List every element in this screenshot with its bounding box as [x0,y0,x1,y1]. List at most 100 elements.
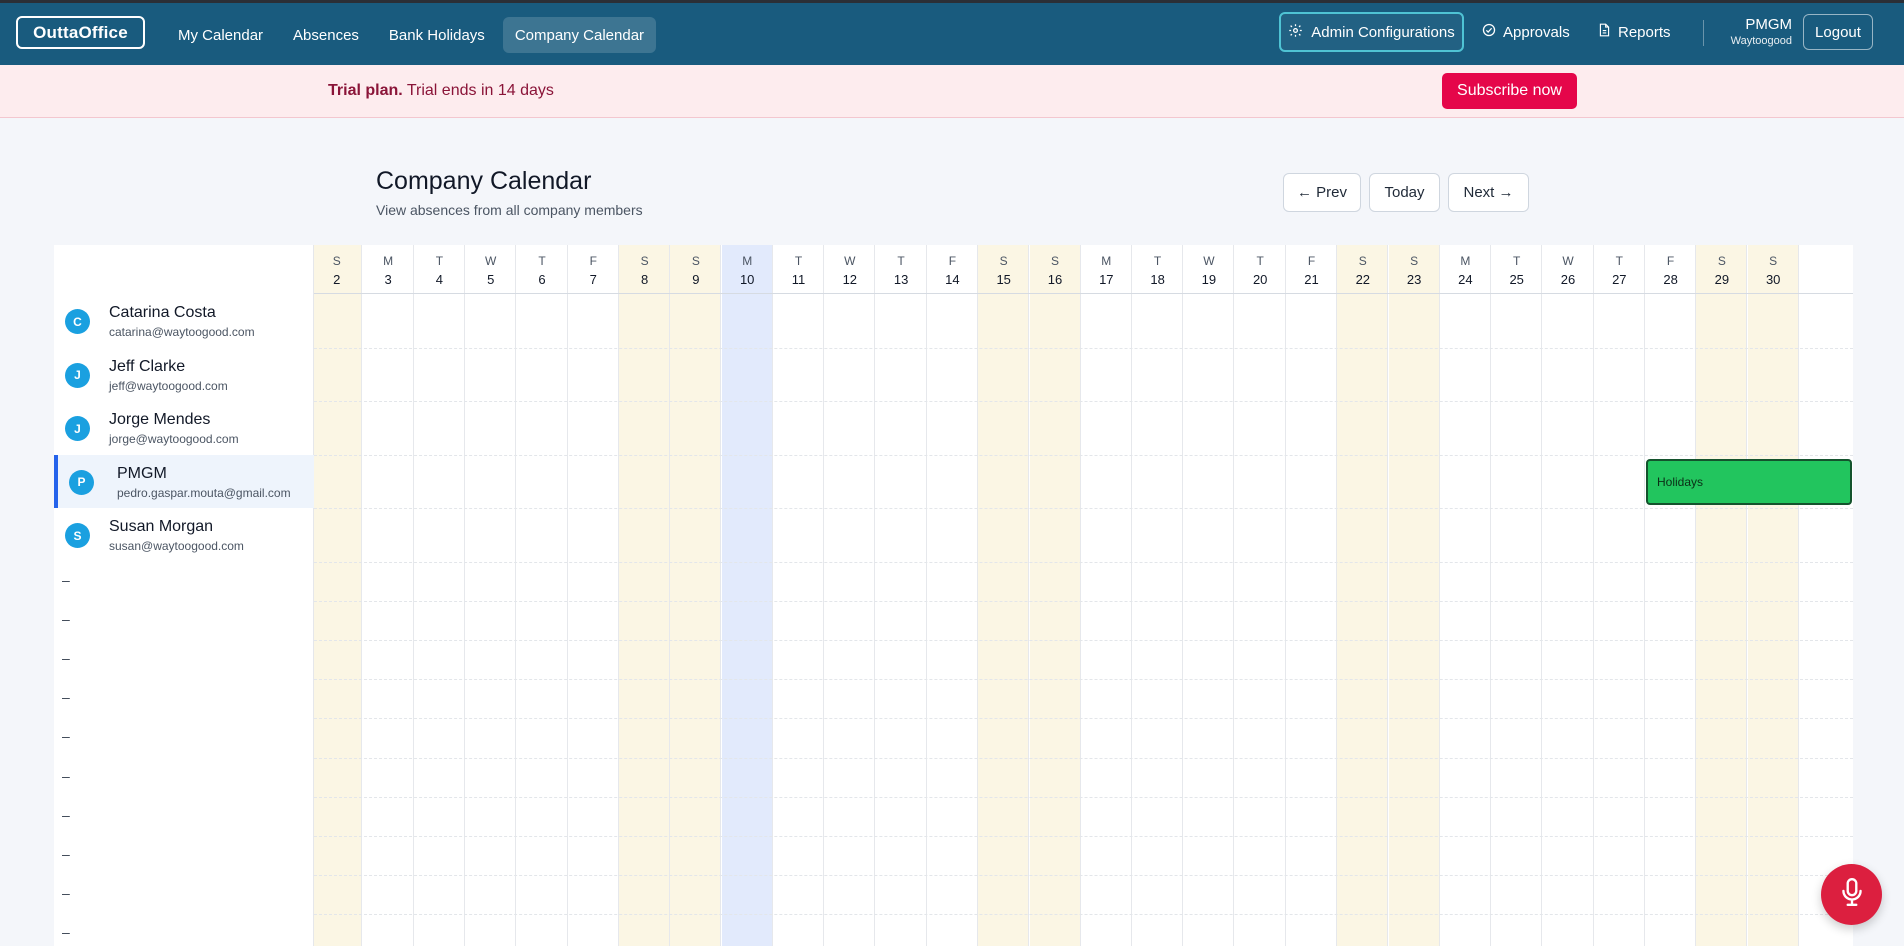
prev-button[interactable]: ← Prev [1283,173,1361,212]
page-subtitle: View absences from all company members [376,202,643,218]
row-line [314,796,1853,798]
row-line [314,347,1853,349]
voice-assistant-button[interactable] [1821,864,1882,925]
day-column: M 24 [1440,245,1491,946]
member-name: PMGM [117,464,167,482]
row-line [314,508,1853,509]
row-line [314,914,1853,916]
row-line [314,757,1853,759]
empty-row-marker: – [62,649,70,666]
nav-my-calendar[interactable]: My Calendar [166,17,275,53]
day-column: T 20 [1235,245,1286,946]
day-column: T 18 [1132,245,1184,946]
nav-divider [1703,20,1704,46]
nav-bank-holidays[interactable]: Bank Holidays [377,17,497,53]
day-column: S 30 [1747,245,1799,946]
member-name: Jorge Mendes [109,411,211,428]
member-row[interactable]: P PMGM pedro.gaspar.mouta@gmail.com [54,454,314,508]
day-column: S 23 [1388,245,1440,946]
day-column: F7 [568,245,619,946]
empty-row-marker: – [62,924,70,941]
member-email: pedro.gaspar.mouta@gmail.com [117,485,291,500]
today-button[interactable]: Today [1369,173,1440,212]
row-line [314,875,1853,877]
admin-configurations-label: Admin Configurations [1311,23,1455,41]
member-email: jeff@waytoogood.com [109,378,228,393]
member-row[interactable]: S Susan Morgan susan@waytoogood.com [54,508,314,561]
page-title: Company Calendar [376,167,592,195]
day-column: S8 [619,245,671,946]
empty-row-marker: – [62,767,70,784]
trial-banner: Trial plan. Trial ends in 14 days Subscr… [0,65,1904,118]
empty-row-marker: – [62,806,70,823]
avatar: J [65,416,90,441]
row-line [314,835,1853,837]
microphone-icon [1839,877,1865,912]
day-column: S 15 [978,245,1030,946]
admin-configurations-button[interactable]: Admin Configurations [1279,12,1464,52]
empty-row-marker: – [62,885,70,902]
day-column: S 22 [1337,245,1389,946]
approvals-label: Approvals [1503,23,1570,41]
trial-plan-label: Trial plan. [328,82,403,99]
document-icon [1598,23,1611,41]
empty-row-marker: – [62,728,70,745]
empty-row-marker: – [62,610,70,627]
day-column: W 26 [1543,245,1594,946]
row-line [314,401,1853,402]
app-logo[interactable]: OuttaOffice [16,16,145,49]
company-calendar-grid: S1S2M3T4W5T6F7S8S9M10T11W12T13F14S15S16M… [54,245,1853,946]
day-column: W 19 [1183,245,1235,946]
day-column: W5 [465,245,517,946]
member-name: Jeff Clarke [109,357,186,375]
trial-remaining-text: Trial ends in 14 days [406,82,554,99]
day-column: M 17 [1081,245,1132,946]
trial-message: Trial plan. Trial ends in 14 days [328,82,554,100]
current-user: PMGM Waytoogood [1722,16,1792,48]
avatar: C [65,309,90,334]
member-name: Catarina Costa [109,304,216,321]
day-column: W 12 [824,245,876,946]
user-name: PMGM [1745,16,1792,33]
day-column: T 25 [1491,245,1543,946]
day-column: S2 [311,245,363,946]
next-button[interactable]: Next → [1448,173,1529,212]
member-email: catarina@waytoogood.com [109,325,255,339]
row-line [314,561,1853,563]
member-name: Susan Morgan [109,518,214,535]
reports-link[interactable]: Reports [1598,12,1671,52]
reports-label: Reports [1618,23,1671,41]
day-column: S 16 [1029,245,1081,946]
nav-absences[interactable]: Absences [281,17,371,53]
member-row[interactable]: J Jorge Mendes jorge@waytoogood.com [54,401,314,454]
day-column: T 27 [1594,245,1645,946]
day-column: T 11 [773,245,824,946]
row-line [314,679,1853,681]
gear-icon [1288,23,1303,42]
member-column: C Catarina Costa catarina@waytoogood.com J J… [54,245,314,946]
day-column: T 13 [876,245,927,946]
row-line [314,639,1853,641]
logout-button[interactable]: Logout [1803,14,1873,50]
user-organization: Waytoogood [1730,35,1792,47]
nav-company-calendar[interactable]: Company Calendar [502,17,657,53]
day-column: M 10 [721,245,773,946]
empty-row-marker: – [62,689,70,706]
day-column: F 21 [1286,245,1337,946]
avatar: J [65,362,90,388]
day-column: M3 [363,245,414,946]
subscribe-button[interactable]: Subscribe now [1442,73,1577,109]
member-email: susan@waytoogood.com [109,539,244,553]
day-column: F 28 [1645,245,1697,946]
member-row[interactable]: J Jeff Clarke jeff@waytoogood.com [54,348,314,401]
member-email: jorge@waytoogood.com [109,432,239,446]
absence-holidays-bar[interactable]: Holidays [1646,459,1852,505]
main-nav: My Calendar Absences Bank Holidays Compa… [166,17,657,53]
row-line [314,600,1853,602]
empty-row-marker: – [62,845,70,862]
avatar: S [65,523,90,548]
day-column: S9 [670,245,722,946]
member-row[interactable]: C Catarina Costa catarina@waytoogood.com [54,294,314,347]
day-column: T6 [517,245,568,946]
approvals-link[interactable]: Approvals [1482,12,1570,52]
